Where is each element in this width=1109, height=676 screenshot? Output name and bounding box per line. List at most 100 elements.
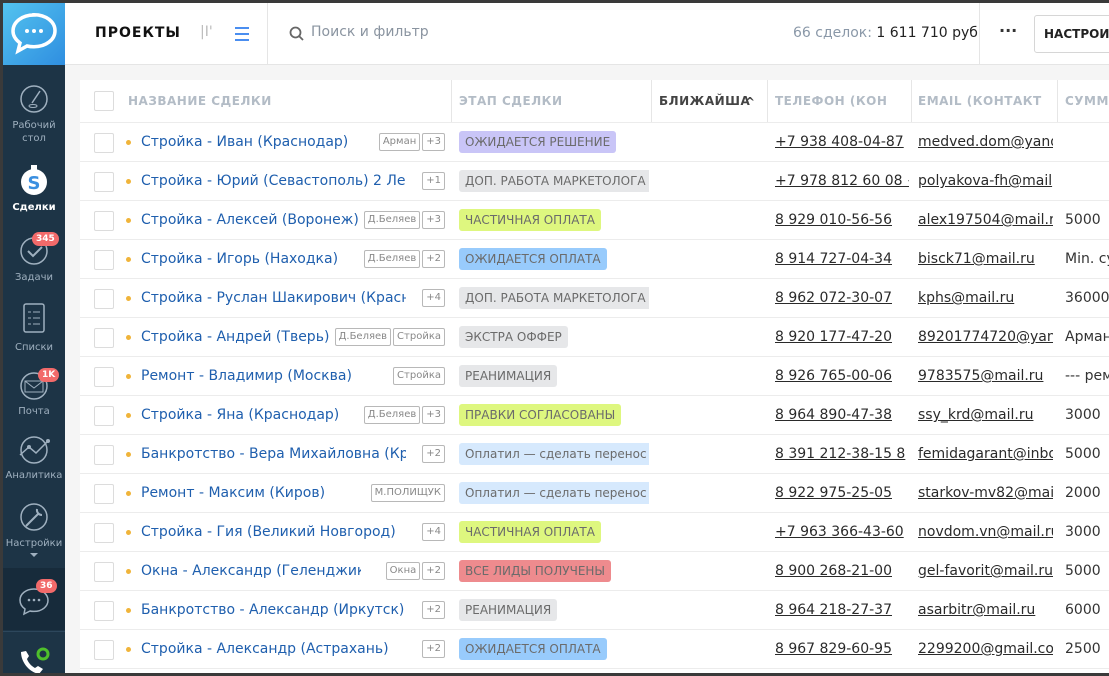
table-row[interactable]: Стройка - Александр (Астрахань) +2 ОЖИДАЕТ… — [80, 630, 1109, 669]
table-row[interactable]: Банкротство - Александр (Иркутск) +2 РЕАНИ… — [80, 591, 1109, 630]
sidebar-item-deals[interactable]: S Сделки — [3, 163, 65, 214]
stage-badge[interactable]: ПРАВКИ СОГЛАСОВАНЫ — [459, 404, 622, 426]
column-header[interactable]: ЭТАП СДЕЛКИ — [459, 80, 649, 122]
email-link[interactable]: asarbitr@mail.ru — [918, 591, 1053, 629]
sidebar-item-tasks[interactable]: Задачи 345 — [3, 232, 65, 284]
deal-tag[interactable]: Стройка — [393, 367, 445, 385]
table-row[interactable]: Стройка - Гия (Великий Новгород) +4 ЧАСТИЧ… — [80, 513, 1109, 552]
deal-tag[interactable]: +2 — [422, 640, 445, 658]
deal-tag[interactable]: +4 — [422, 289, 445, 307]
stage-badge[interactable]: РЕАНИМАЦИЯ — [459, 599, 558, 621]
stage-badge[interactable]: ЧАСТИЧНАЯ ОПЛАТА — [459, 209, 601, 231]
email-link[interactable]: alex197504@mail.r — [918, 201, 1053, 239]
deal-tag[interactable]: М.ПОЛИЩУК — [370, 484, 445, 502]
deal-tag[interactable]: Д.Беляев — [363, 406, 421, 424]
logo-chat-icon[interactable] — [3, 3, 65, 65]
deal-tag[interactable]: Д.Беляев — [363, 211, 421, 229]
email-link[interactable]: 2299200@gmail.co — [918, 630, 1053, 668]
table-row[interactable]: Стройка - Андрей (Тверь) Д.Беляев Стройка Э… — [80, 318, 1109, 357]
sidebar-item-dashboard[interactable]: Рабочий стол — [3, 83, 65, 145]
stage-badge[interactable]: ОЖИДАЕТСЯ РЕШЕНИЕ — [459, 131, 617, 153]
phone-link[interactable]: 8 964 218-27-37 — [775, 591, 909, 629]
stage-cell: ДОП. РАБОТА МАРКЕТОЛОГА — [459, 162, 649, 200]
phone-button[interactable] — [3, 631, 65, 673]
sidebar-item-lists[interactable]: Списки — [3, 301, 65, 354]
more-button[interactable]: ··· — [999, 21, 1017, 40]
phone-link[interactable]: 8 920 177-47-20 — [775, 318, 909, 356]
deal-tag[interactable]: Д.Беляев — [334, 328, 392, 346]
phone-link[interactable]: 8 964 890-47-38 — [775, 396, 909, 434]
table-row[interactable]: Стройка - Юрий (Севастополь) 2 Лендинг+1… — [80, 162, 1109, 201]
sort-asc-icon[interactable]: ^ — [745, 95, 756, 109]
email-link[interactable]: polyakova-fh@mail — [918, 162, 1053, 200]
column-header[interactable]: EMAIL (КОНТАКТ — [918, 80, 1053, 122]
phone-link[interactable]: 8 391 212-38-15 8 — [775, 435, 909, 473]
email-link[interactable]: starkov-mv82@mai — [918, 474, 1053, 512]
table-row[interactable]: Стройка - Иван (Краснодар) Арман +3 ОЖИДАЕТ… — [80, 123, 1109, 162]
column-header[interactable]: НАЗВАНИЕ СДЕЛКИ — [128, 80, 438, 122]
deal-tag[interactable]: +4 — [422, 523, 445, 541]
deal-tag[interactable]: +1 — [422, 172, 445, 190]
email-link[interactable]: 9783575@mail.ru — [918, 357, 1053, 395]
deal-tag[interactable]: +2 — [422, 445, 445, 463]
pipeline-view-icon[interactable]: |I' — [200, 24, 213, 40]
deal-tag[interactable]: +3 — [422, 133, 445, 151]
stage-badge[interactable]: ОЖИДАЕТСЯ ОПЛАТА — [459, 248, 607, 270]
deal-tag[interactable]: +3 — [422, 211, 445, 229]
phone-link[interactable]: 8 926 765-00-06 — [775, 357, 909, 395]
stage-badge[interactable]: ЭКСТРА ОФФЕР — [459, 326, 568, 348]
email-link[interactable]: 89201774720@yan — [918, 318, 1053, 356]
email-link[interactable]: ssy_krd@mail.ru — [918, 396, 1053, 434]
list-view-icon[interactable] — [235, 27, 249, 41]
stage-badge[interactable]: ДОП. РАБОТА МАРКЕТОЛОГА — [459, 170, 649, 192]
deal-tag[interactable]: Д.Беляев — [363, 250, 421, 268]
table-row[interactable]: Ремонт - Владимир (Москва) Стройка РЕАНИМА… — [80, 357, 1109, 396]
select-all-checkbox[interactable] — [94, 91, 114, 111]
stage-badge[interactable]: РЕАНИМАЦИЯ — [459, 365, 558, 387]
deal-tag[interactable]: +2 — [422, 250, 445, 268]
deal-tag[interactable]: +3 — [422, 406, 445, 424]
phone-link[interactable]: 8 967 829-60-95 — [775, 630, 909, 668]
table-row[interactable]: Ремонт - Максим (Киров) М.ПОЛИЩУК Оплатил … — [80, 474, 1109, 513]
phone-link[interactable]: +7 938 408-04-87 — [775, 123, 909, 161]
phone-link[interactable]: 8 914 727-04-34 — [775, 240, 909, 278]
table-row[interactable]: Окна - Александр (Геленджик) Окна +2 ВСЕ ЛИ… — [80, 552, 1109, 591]
table-row[interactable]: Стройка - Игорь (Находка) Д.Беляев +2 ОЖИДА… — [80, 240, 1109, 279]
deal-tag[interactable]: Арман — [378, 133, 421, 151]
email-link[interactable]: novdom.vn@mail.ru — [918, 513, 1053, 551]
deal-tag[interactable]: +2 — [422, 562, 445, 580]
email-link[interactable]: bisck71@mail.ru — [918, 240, 1053, 278]
phone-link[interactable]: 8 929 010-56-56 — [775, 201, 909, 239]
chat-button[interactable]: 36 — [3, 568, 65, 630]
email-link[interactable]: femidagarant@inbo — [918, 435, 1053, 473]
deal-tag[interactable]: Стройка — [393, 328, 445, 346]
table-row[interactable]: Стройка - Алексей (Воронеж) Д.Беляев +3 ЧАС… — [80, 201, 1109, 240]
deal-tags: +2 — [422, 640, 445, 658]
phone-link[interactable]: 8 900 268-21-00 — [775, 552, 909, 590]
column-header[interactable]: СУММА — [1065, 80, 1109, 122]
sidebar-item-settings[interactable]: Настройки — [3, 501, 65, 557]
stage-badge[interactable]: ЧАСТИЧНАЯ ОПЛАТА — [459, 521, 601, 543]
email-link[interactable]: kphs@mail.ru — [918, 279, 1053, 317]
phone-link[interactable]: 8 962 072-30-07 — [775, 279, 909, 317]
stage-badge[interactable]: ДОП. РАБОТА МАРКЕТОЛОГА — [459, 287, 649, 309]
sidebar-item-analytics[interactable]: Аналитика — [3, 435, 65, 482]
stage-badge[interactable]: ОЖИДАЕТСЯ ОПЛАТА — [459, 638, 607, 660]
stage-badge[interactable]: ВСЕ ЛИДЫ ПОЛУЧЕНЫ — [459, 560, 612, 582]
phone-link[interactable]: 8 922 975-25-05 — [775, 474, 909, 512]
deal-tag[interactable]: Окна — [385, 562, 421, 580]
stage-badge[interactable]: Оплатил — сделать перенос — [459, 482, 649, 504]
sidebar-item-mail[interactable]: Почта 1K — [3, 368, 65, 418]
search-input[interactable]: Поиск и фильтр — [287, 3, 767, 65]
phone-link[interactable]: +7 978 812 60 08 + — [775, 162, 909, 200]
table-row[interactable]: Стройка - Руслан Шакирович (Красноярск+4… — [80, 279, 1109, 318]
stage-badge[interactable]: Оплатил — сделать перенос — [459, 443, 649, 465]
deal-tag[interactable]: +2 — [422, 601, 445, 619]
table-row[interactable]: Стройка - Яна (Краснодар) Д.Беляев +3 ПРАВК… — [80, 396, 1109, 435]
phone-link[interactable]: +7 963 366-43-60 — [775, 513, 909, 551]
column-header[interactable]: ТЕЛЕФОН (КОН — [775, 80, 909, 122]
table-row[interactable]: Банкротство - Вера Михайловна (Красноя+2… — [80, 435, 1109, 474]
setup-button[interactable]: НАСТРОИТЬ — [1034, 15, 1109, 53]
email-link[interactable]: medved.dom@yand — [918, 123, 1053, 161]
email-link[interactable]: gel-favorit@mail.ru — [918, 552, 1053, 590]
